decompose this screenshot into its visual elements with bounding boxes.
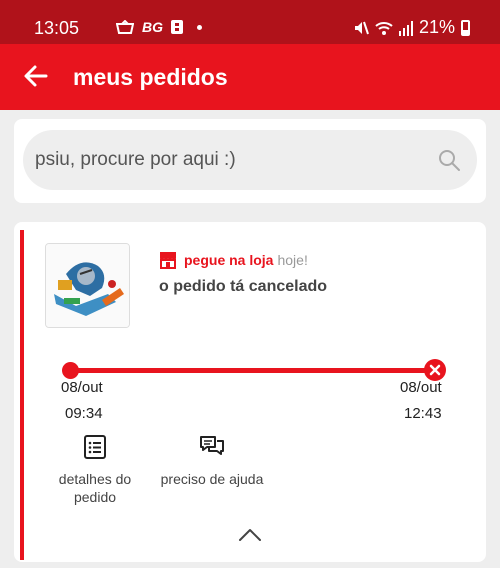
basket-icon [116,20,134,34]
search-bar[interactable] [23,130,477,190]
page-title: meus pedidos [73,64,228,90]
delivery-info: pegue na loja hoje! [158,250,308,270]
timeline-line [72,368,434,373]
order-details-button[interactable]: detalhes do pedido [40,434,150,506]
battery-percentage: 21% [418,17,455,37]
need-help-button[interactable]: preciso de ajuda [157,434,267,488]
order-timeline [60,359,446,382]
product-thumbnail[interactable] [45,243,130,328]
chevron-up-icon[interactable] [238,528,262,542]
store-icon [160,252,176,269]
order-details-label: detalhes do pedido [58,471,132,505]
document-list-icon [84,435,106,459]
timeline-end-time: 12:43 [404,405,442,422]
more-notifications-dot [197,24,202,30]
mute-icon [354,21,369,34]
search-input[interactable] [35,130,425,190]
delivery-label: pegue na loja [184,252,274,268]
bg-notification: BG [142,19,163,35]
delivery-when: hoje! [277,252,308,268]
app-b-icon [171,20,183,34]
search-icon[interactable] [437,148,461,172]
system-icons: 21% [353,17,470,38]
wifi-icon [375,21,393,35]
chat-bubbles-icon [200,436,224,455]
app-bar: meus pedidos [0,44,500,110]
clock: 13:05 [34,18,80,38]
order-status: o pedido tá cancelado [159,278,328,295]
status-bar: 13:05 BG 21% [0,0,500,44]
order-card-accent [20,230,24,560]
order-card[interactable]: pegue na loja hoje! o pedido tá cancelad… [14,222,486,562]
product-image [46,244,129,327]
timeline-end-date: 08/out [400,379,442,396]
timeline-start-time: 09:34 [65,405,103,422]
search-card [14,119,486,203]
cancelled-x-icon [424,359,446,381]
battery-icon [461,19,470,36]
back-arrow-icon[interactable] [22,62,50,90]
timeline-start-dot [62,362,79,379]
notification-icons: BG [116,19,202,35]
timeline-start-date: 08/out [61,379,103,396]
need-help-label: preciso de ajuda [160,471,264,487]
signal-icon [398,20,413,36]
